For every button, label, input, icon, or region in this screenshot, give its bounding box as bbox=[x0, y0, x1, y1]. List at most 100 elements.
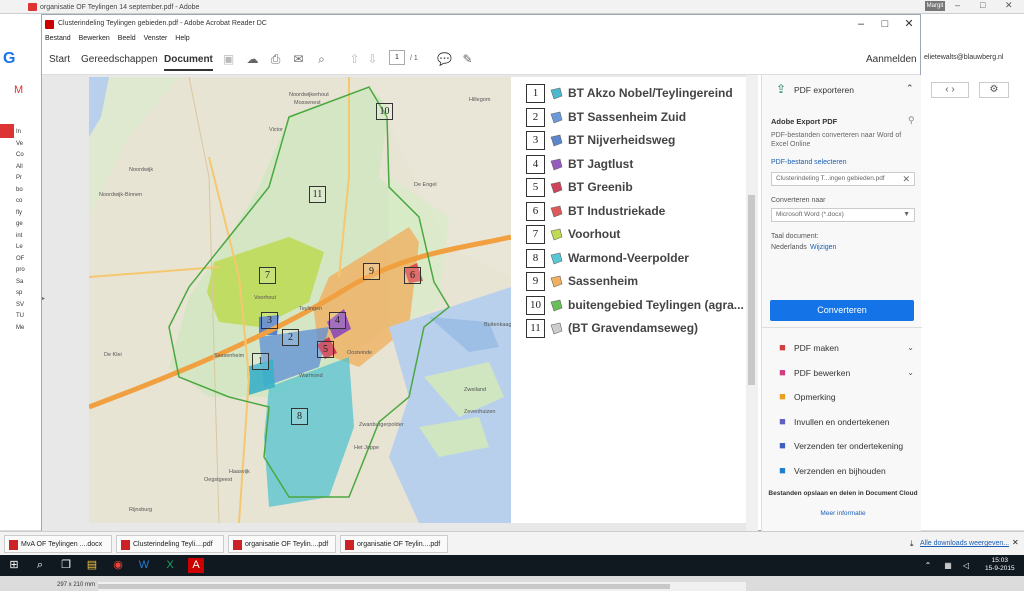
map-place: Zwanburgerpolder bbox=[359, 422, 404, 428]
tool-item[interactable]: ■ Opmerking bbox=[776, 389, 916, 407]
sidebar-link[interactable]: ge bbox=[16, 221, 23, 227]
save-icon[interactable]: ▣ bbox=[222, 53, 235, 66]
menu-bewerken[interactable]: Bewerken bbox=[79, 35, 110, 42]
polygon-icon bbox=[549, 87, 563, 100]
upload-cloud-icon[interactable]: ☁ bbox=[246, 53, 259, 66]
sidebar-link[interactable]: Sa bbox=[16, 279, 23, 285]
sidebar-link[interactable]: co bbox=[16, 198, 22, 204]
pager-buttons[interactable]: ‹ › bbox=[931, 82, 969, 98]
print-icon[interactable]: ⎙ bbox=[269, 53, 282, 66]
search-task-icon[interactable]: ⌕ bbox=[32, 558, 48, 573]
start-icon[interactable]: ⊞ bbox=[6, 558, 22, 573]
sidebar-link[interactable]: Co bbox=[16, 152, 24, 158]
sidebar-link[interactable]: sp bbox=[16, 290, 22, 296]
clear-icon[interactable]: ✕ bbox=[902, 173, 910, 185]
sidebar-link[interactable]: bo bbox=[16, 187, 23, 193]
browser-close-button[interactable]: ✕ bbox=[1005, 0, 1013, 11]
tab-document[interactable]: Document bbox=[164, 54, 213, 71]
horizontal-scrollbar[interactable] bbox=[98, 582, 746, 591]
sidebar-link[interactable]: pro bbox=[16, 267, 25, 273]
next-page-icon[interactable]: ⇩ bbox=[366, 53, 379, 66]
tool-item[interactable]: ■ Verzenden ter ondertekening bbox=[776, 438, 916, 456]
volume-icon[interactable]: ◁ bbox=[958, 558, 974, 573]
show-all-downloads-link[interactable]: Alle downloads weergeven... bbox=[920, 540, 1009, 547]
download-item[interactable]: organisatie OF Teylin....pdf bbox=[340, 535, 448, 553]
word-icon[interactable]: W bbox=[136, 558, 152, 573]
tool-item[interactable]: ■ Invullen en ondertekenen bbox=[776, 414, 916, 432]
convert-format-select[interactable]: Microsoft Word (*.docx) ▼ bbox=[771, 208, 915, 222]
account-email[interactable]: elietewalts@blauwberg.nl bbox=[924, 54, 1003, 61]
collapse-chevron-icon[interactable]: ⌃ bbox=[906, 83, 914, 94]
sidebar-link[interactable]: TU bbox=[16, 313, 24, 319]
user-badge[interactable]: Margit bbox=[925, 1, 945, 11]
menu-beeld[interactable]: Beeld bbox=[118, 35, 136, 42]
horizontal-scroll-thumb[interactable] bbox=[98, 584, 670, 589]
download-name: organisatie OF Teylin....pdf bbox=[357, 541, 441, 548]
file-icon bbox=[233, 540, 242, 550]
browser-maximize-button[interactable]: □ bbox=[980, 0, 985, 10]
tab-start[interactable]: Start bbox=[49, 54, 70, 65]
chevron-down-icon[interactable]: ⌄ bbox=[907, 343, 914, 352]
document-view[interactable]: ▸ Noordwijkerhout Mossenest Victor Noord… bbox=[42, 75, 758, 591]
sidebar-link[interactable]: Le bbox=[16, 244, 23, 250]
sidebar-link[interactable]: In bbox=[16, 129, 21, 135]
sidebar-link[interactable]: SV bbox=[16, 302, 24, 308]
sidebar-link[interactable]: OF bbox=[16, 256, 24, 262]
download-name: Clusterindeling Teyli....pdf bbox=[133, 541, 213, 548]
maximize-button[interactable]: □ bbox=[874, 17, 896, 31]
tool-item[interactable]: ■ PDF maken ⌄ bbox=[776, 340, 916, 358]
comment-tool-icon[interactable]: 💬 bbox=[437, 53, 452, 66]
sidebar-link[interactable]: Pr bbox=[16, 175, 22, 181]
tab-gereedschappen[interactable]: Gereedschappen bbox=[81, 54, 158, 65]
clock[interactable]: 15:03 15-9-2015 bbox=[985, 557, 1015, 573]
chevron-down-icon[interactable]: ⌄ bbox=[907, 368, 914, 377]
vertical-scroll-thumb[interactable] bbox=[748, 195, 755, 385]
sidebar-link[interactable]: fly bbox=[16, 210, 22, 216]
file-field[interactable]: Clusterindeling T...ingen gebieden.pdf ✕ bbox=[771, 172, 915, 186]
menu-venster[interactable]: Venster bbox=[144, 35, 168, 42]
page-number-input[interactable]: 1 bbox=[389, 50, 405, 65]
settings-gear-icon[interactable]: ⚙ bbox=[979, 82, 1009, 98]
search-icon[interactable]: ⌕ bbox=[315, 53, 328, 66]
network-icon[interactable]: ▦ bbox=[940, 558, 956, 573]
left-panel-toggle-icon[interactable]: ▸ bbox=[42, 295, 45, 302]
tray-up-icon[interactable]: ⌃ bbox=[920, 558, 936, 573]
download-item[interactable]: organisatie OF Teylin....pdf bbox=[228, 535, 336, 553]
excel-icon[interactable]: X bbox=[162, 558, 178, 573]
sidebar-link[interactable]: int bbox=[16, 233, 22, 239]
gmail-icon bbox=[28, 3, 37, 11]
download-item[interactable]: Clusterindeling Teyli....pdf bbox=[116, 535, 224, 553]
browser-minimize-button[interactable]: – bbox=[955, 0, 960, 10]
lang-change-link[interactable]: Wijzigen bbox=[810, 244, 836, 251]
close-button[interactable]: ✕ bbox=[898, 17, 920, 31]
taskbar: ⊞ ⌕ ❐ ▤ ◉ W X A ⌃ ▦ ◁ 15:03 15-9-2015 bbox=[0, 555, 1024, 576]
browser-tab[interactable]: organisatie OF Teylingen 14 september.pd… bbox=[28, 1, 218, 24]
convert-button[interactable]: Converteren bbox=[770, 300, 914, 321]
download-item[interactable]: MvA OF Teylingen ....docx bbox=[4, 535, 112, 553]
acrobat-task-icon[interactable]: A bbox=[188, 558, 204, 573]
file-name: Clusterindeling T...ingen gebieden.pdf bbox=[776, 175, 885, 182]
menu-help[interactable]: Help bbox=[175, 35, 189, 42]
chrome-icon[interactable]: ◉ bbox=[110, 558, 126, 573]
sidebar-link[interactable]: Me bbox=[16, 325, 24, 331]
sidebar-link[interactable]: All bbox=[16, 164, 23, 170]
pen-tool-icon[interactable]: ✎ bbox=[461, 53, 474, 66]
prev-page-icon[interactable]: ⇧ bbox=[348, 53, 361, 66]
minimize-button[interactable]: – bbox=[850, 17, 872, 31]
mail-icon[interactable]: ✉ bbox=[292, 53, 305, 66]
export-title[interactable]: PDF exporteren bbox=[794, 85, 854, 95]
compose-button[interactable] bbox=[0, 124, 14, 138]
explorer-icon[interactable]: ▤ bbox=[84, 558, 100, 573]
signin-link[interactable]: Aanmelden bbox=[866, 54, 917, 65]
select-file-link[interactable]: PDF-bestand selecteren bbox=[771, 159, 846, 166]
close-downloads-icon[interactable]: ✕ bbox=[1012, 538, 1019, 547]
more-info-link[interactable]: Meer informatie bbox=[768, 510, 918, 517]
legend-label: BT Akzo Nobel/Teylingereind bbox=[568, 86, 733, 100]
sidebar-link[interactable]: Ve bbox=[16, 141, 23, 147]
taskview-icon[interactable]: ❐ bbox=[58, 558, 74, 573]
menu-bestand[interactable]: Bestand bbox=[45, 35, 71, 42]
tool-item[interactable]: ■ Verzenden en bijhouden bbox=[776, 463, 916, 481]
vertical-scrollbar[interactable] bbox=[746, 75, 758, 532]
pin-icon[interactable]: ⚲ bbox=[908, 115, 915, 126]
tool-item[interactable]: ■ PDF bewerken ⌄ bbox=[776, 365, 916, 383]
